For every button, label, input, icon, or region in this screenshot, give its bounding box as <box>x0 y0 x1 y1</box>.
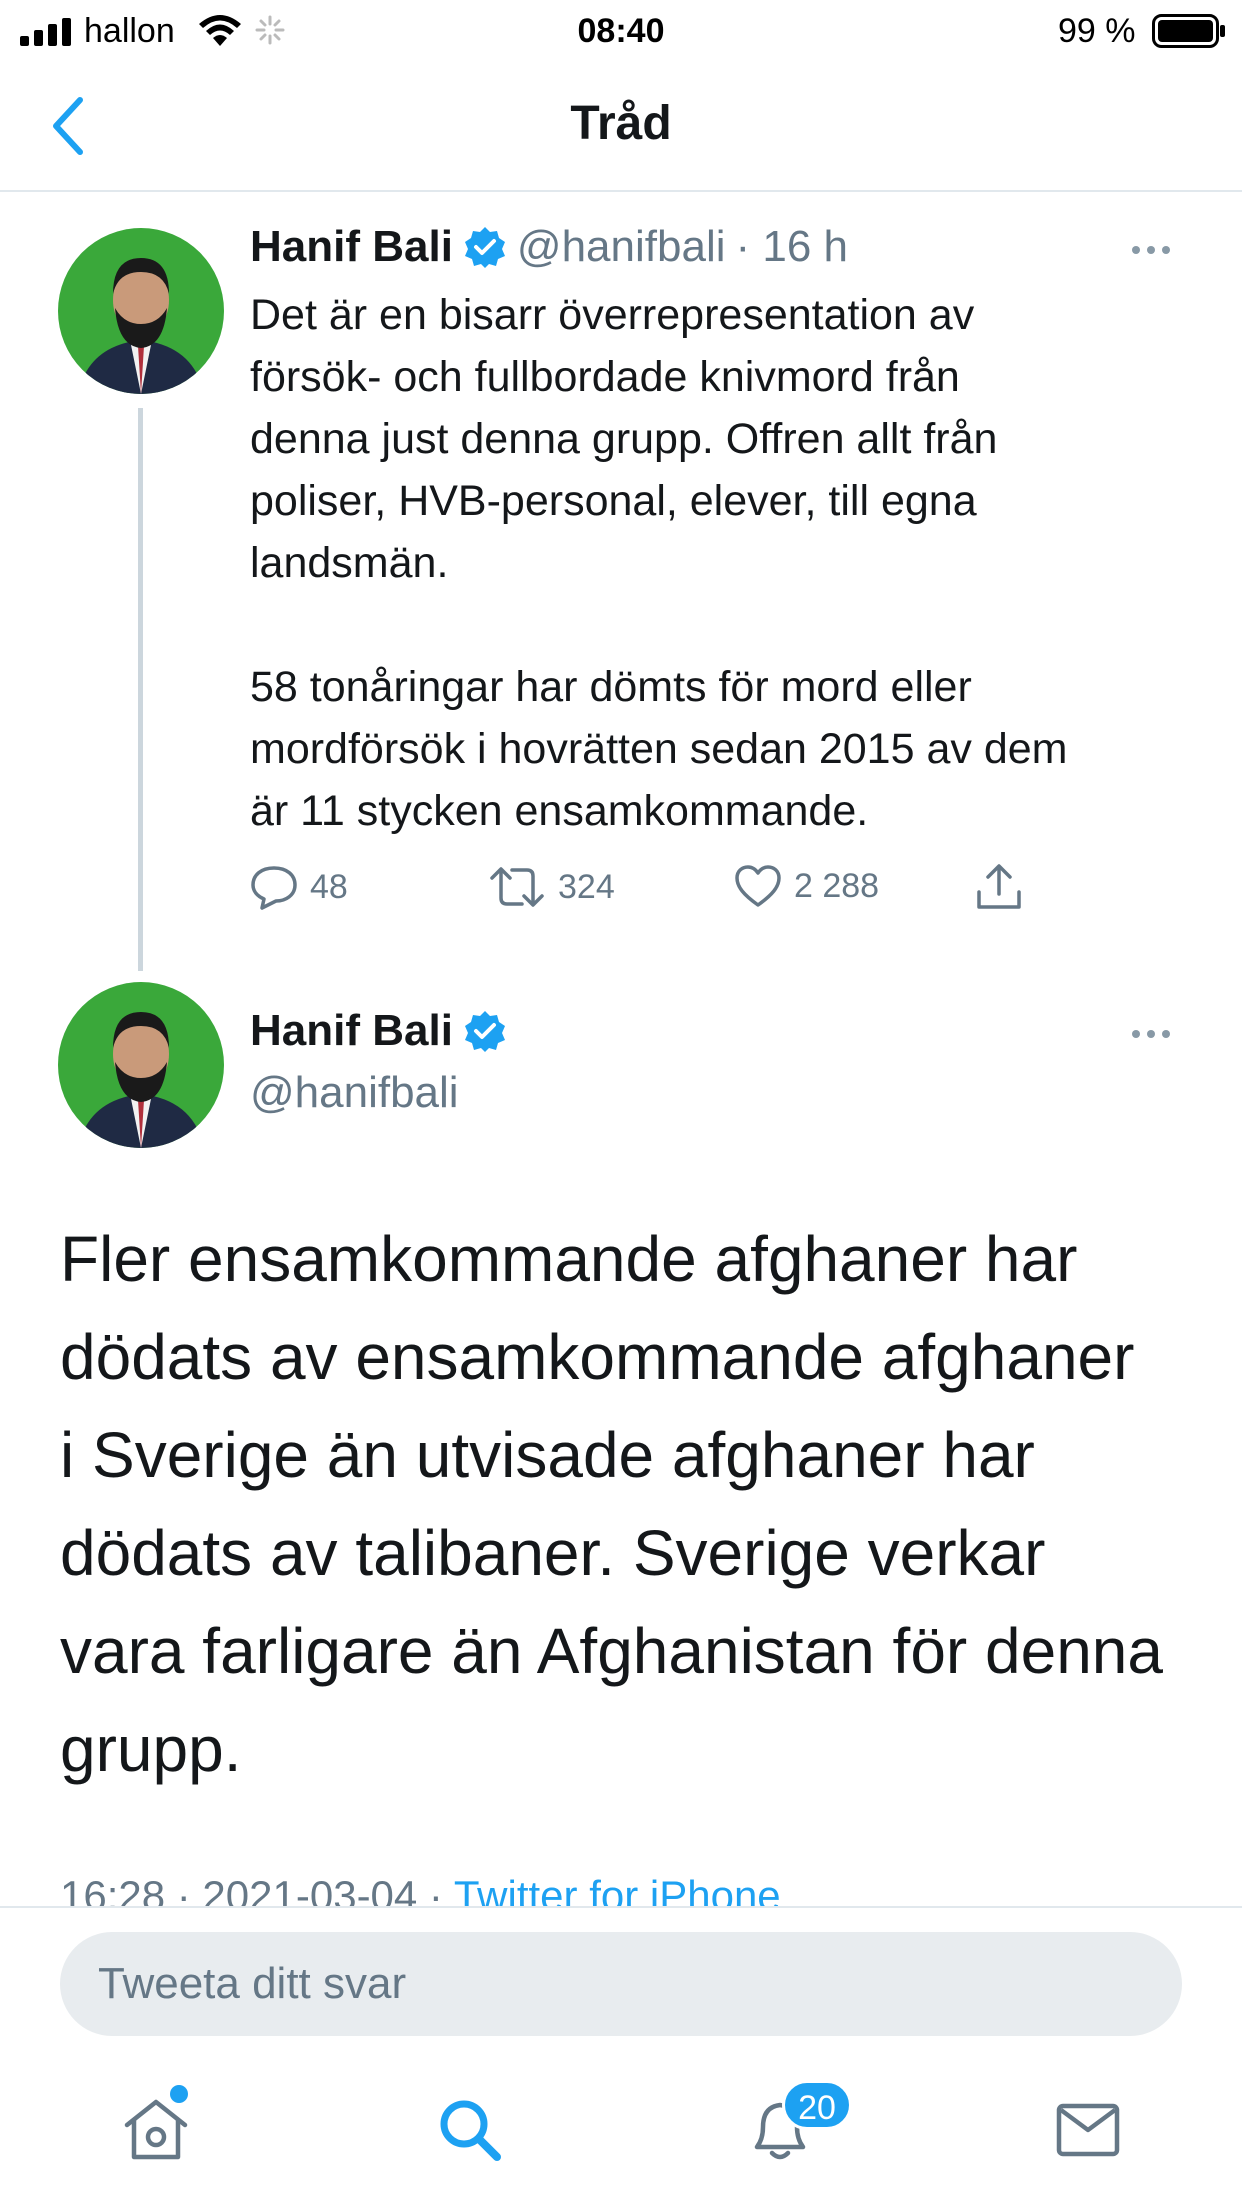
reply-button[interactable]: 48 <box>250 864 348 910</box>
avatar[interactable] <box>58 228 224 394</box>
status-bar: hallon 08:40 99 % <box>0 0 1242 62</box>
tab-search[interactable] <box>430 2090 510 2170</box>
tab-messages[interactable] <box>1048 2090 1128 2170</box>
search-icon <box>440 2100 501 2161</box>
navigation-bar: Tråd <box>0 62 1242 192</box>
mail-icon <box>1056 2103 1120 2157</box>
tweet2-header: Hanif Bali <box>250 1006 507 1056</box>
thread-connector-line <box>138 408 143 971</box>
retweet-button[interactable]: 324 <box>488 864 615 910</box>
tweet-age: · 16 h <box>735 222 849 271</box>
heart-icon <box>735 865 781 907</box>
tab-home[interactable] <box>116 2090 196 2170</box>
retweet-icon <box>490 867 544 907</box>
like-button[interactable]: 2 288 <box>734 864 879 908</box>
reply-input[interactable]: Tweeta ditt svar <box>60 1932 1182 2036</box>
tweet1-text: Det är en bisarr överrepresentation av f… <box>250 291 1068 835</box>
more-options-icon[interactable] <box>1132 246 1170 254</box>
share-icon <box>977 864 1021 909</box>
battery-icon <box>1152 14 1225 48</box>
tweet-timestamp: 16:28 · 2021-03-04 · <box>60 1872 454 1906</box>
tweet-source-link[interactable]: Twitter for iPhone <box>454 1872 781 1906</box>
author-handle[interactable]: @hanifbali <box>517 222 726 272</box>
retweet-count: 324 <box>558 867 615 906</box>
more-options-icon[interactable] <box>1132 1030 1170 1038</box>
author-name[interactable]: Hanif Bali <box>250 222 453 272</box>
verified-badge-icon <box>464 227 505 268</box>
tweet2-text: Fler ensamkommande afghaner har dödats a… <box>60 1223 1163 1785</box>
reply-count: 48 <box>310 867 348 906</box>
avatar[interactable] <box>58 982 224 1148</box>
battery-percent: 99 % <box>1058 12 1136 50</box>
reply-icon <box>251 866 297 910</box>
clock: 08:40 <box>577 12 665 50</box>
home-icon <box>124 2099 188 2160</box>
share-button[interactable] <box>974 862 1024 912</box>
notifications-badge: 20 <box>782 2080 852 2130</box>
author-name[interactable]: Hanif Bali <box>250 1006 453 1056</box>
tweet-meta: 16:28 · 2021-03-04 · Twitter for iPhone <box>60 1866 781 1906</box>
page-title: Tråd <box>570 97 672 150</box>
home-unread-dot <box>170 2085 188 2103</box>
like-count: 2 288 <box>794 866 880 905</box>
verified-badge-icon <box>464 1011 505 1052</box>
tweet1-header: Hanif Bali @hanifbali · 16 h <box>250 222 848 272</box>
author-handle[interactable]: @hanifbali <box>250 1068 459 1118</box>
